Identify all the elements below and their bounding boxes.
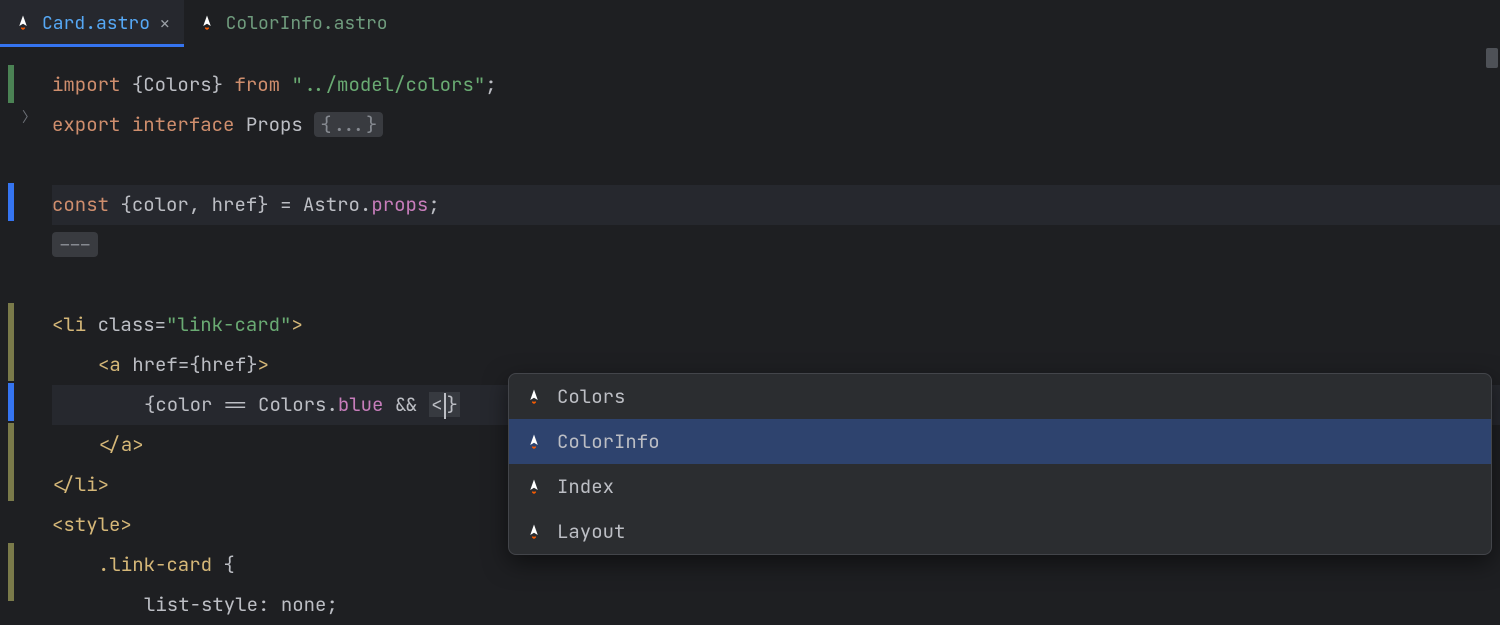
code-line: const {color, href} = Astro.props; xyxy=(52,185,1500,225)
astro-file-icon xyxy=(198,14,216,32)
code-line xyxy=(52,145,1500,185)
autocomplete-item-selected[interactable]: ColorInfo xyxy=(509,419,1491,464)
code-line xyxy=(52,265,1500,305)
code-line: import {Colors} from "../model/colors"; xyxy=(52,65,1500,105)
tab-bar: Card.astro ✕ ColorInfo.astro xyxy=(0,0,1500,47)
gutter-change-marker xyxy=(8,303,14,381)
close-icon[interactable]: ✕ xyxy=(160,13,170,34)
gutter-change-marker xyxy=(8,543,14,601)
gutter-change-marker xyxy=(8,183,14,221)
frontmatter-delimiter: --- xyxy=(52,232,98,257)
gutter-change-marker xyxy=(8,423,14,501)
code-line: --- xyxy=(52,225,1500,265)
autocomplete-popup: Colors ColorInfo Index Layout xyxy=(508,373,1492,555)
astro-file-icon xyxy=(525,388,543,406)
astro-file-icon xyxy=(14,14,32,32)
tab-colorinfo-astro[interactable]: ColorInfo.astro xyxy=(184,0,402,46)
cursor-position: <} xyxy=(429,385,460,425)
tab-label: ColorInfo.astro xyxy=(226,12,388,35)
tab-label: Card.astro xyxy=(42,12,150,35)
scrollbar-thumb[interactable] xyxy=(1486,48,1498,68)
code-line: export interface Props {...} xyxy=(52,105,1500,145)
gutter-change-marker xyxy=(8,65,14,103)
autocomplete-item[interactable]: Layout xyxy=(509,509,1491,554)
astro-file-icon xyxy=(525,478,543,496)
astro-file-icon xyxy=(525,433,543,451)
code-line: <li class="link-card"> xyxy=(52,305,1500,345)
autocomplete-item[interactable]: Colors xyxy=(509,374,1491,419)
fold-arrow-icon[interactable]: 〉 xyxy=(22,107,36,127)
autocomplete-label: Index xyxy=(557,474,614,499)
astro-file-icon xyxy=(525,523,543,541)
autocomplete-label: Colors xyxy=(557,384,625,409)
autocomplete-label: Layout xyxy=(557,519,625,544)
code-line: list-style: none; xyxy=(52,585,1500,625)
gutter-change-marker xyxy=(8,383,14,421)
autocomplete-item[interactable]: Index xyxy=(509,464,1491,509)
tab-card-astro[interactable]: Card.astro ✕ xyxy=(0,0,184,46)
code-fold[interactable]: {...} xyxy=(314,112,383,137)
autocomplete-label: ColorInfo xyxy=(557,429,660,454)
